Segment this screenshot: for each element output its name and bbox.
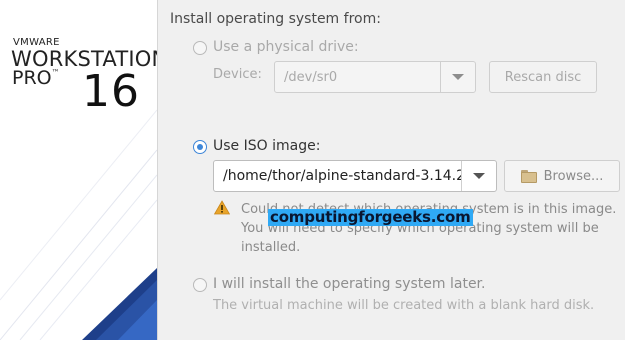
brand-edition-text: PRO bbox=[12, 67, 52, 89]
browse-button[interactable]: Browse... bbox=[504, 160, 620, 192]
device-value: /dev/sr0 bbox=[284, 69, 338, 85]
brand-trademark: ™ bbox=[51, 67, 60, 77]
chevron-down-icon bbox=[452, 74, 464, 80]
device-select[interactable]: /dev/sr0 bbox=[274, 61, 476, 93]
rescan-disc-label: Rescan disc bbox=[504, 69, 582, 85]
device-label: Device: bbox=[213, 67, 262, 82]
chevron-down-icon bbox=[473, 173, 485, 179]
iso-image-label[interactable]: Use ISO image: bbox=[213, 138, 320, 154]
device-dropdown-arrow[interactable] bbox=[440, 62, 475, 92]
folder-icon bbox=[520, 169, 537, 183]
iso-path-combo[interactable]: /home/thor/alpine-standard-3.14.2 bbox=[213, 160, 497, 192]
install-later-radio[interactable] bbox=[193, 278, 207, 292]
rescan-disc-button[interactable]: Rescan disc bbox=[489, 61, 597, 93]
browse-label: Browse... bbox=[543, 168, 604, 184]
brand-panel: VMWARE WORKSTATION PRO™ 16 bbox=[0, 0, 158, 340]
brand-version: 16 bbox=[82, 66, 140, 117]
physical-drive-radio[interactable] bbox=[193, 41, 207, 55]
install-later-description: The virtual machine will be created with… bbox=[213, 298, 595, 313]
warning-icon bbox=[214, 200, 230, 215]
physical-drive-label[interactable]: Use a physical drive: bbox=[213, 39, 359, 55]
iso-path-value[interactable]: /home/thor/alpine-standard-3.14.2 bbox=[214, 168, 461, 184]
watermark: computingforgeeks.com bbox=[268, 208, 473, 226]
iso-image-radio[interactable] bbox=[193, 140, 207, 154]
brand-edition: PRO™ bbox=[12, 67, 60, 89]
install-heading: Install operating system from: bbox=[170, 11, 381, 27]
install-later-label[interactable]: I will install the operating system late… bbox=[213, 276, 485, 292]
install-source-panel: Install operating system from: Use a phy… bbox=[158, 0, 625, 340]
iso-dropdown-arrow[interactable] bbox=[461, 161, 496, 191]
